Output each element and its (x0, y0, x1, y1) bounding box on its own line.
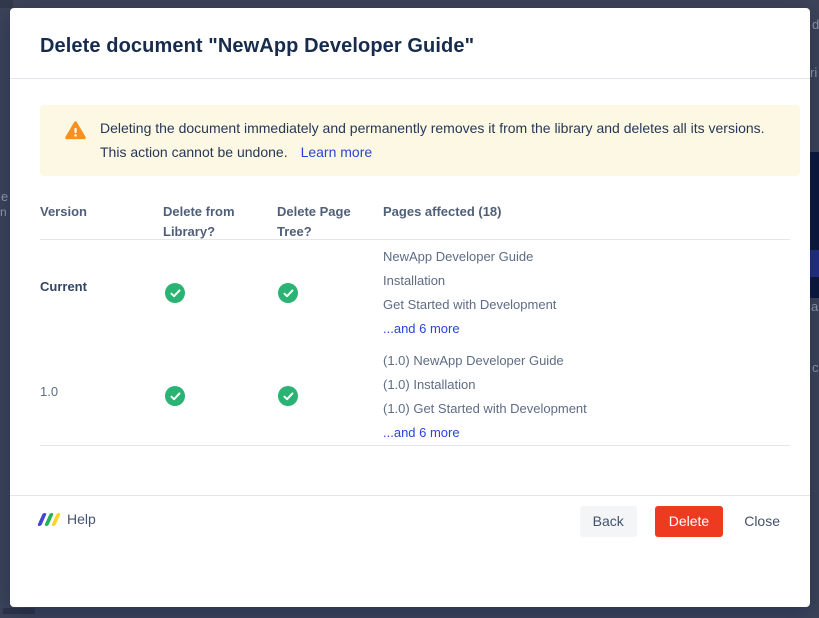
backdrop-text-fragment: ri (810, 66, 817, 79)
affected-page-link[interactable]: Installation (383, 274, 445, 288)
affected-page-link[interactable]: (1.0) Installation (383, 378, 476, 392)
backdrop-panel (0, 0, 13, 8)
back-button[interactable]: Back (580, 506, 637, 537)
backdrop-text-fragment: a (811, 300, 818, 313)
footer-divider (10, 495, 810, 496)
check-icon (165, 283, 185, 303)
backdrop-panel (3, 608, 35, 614)
version-label-current: Current (40, 280, 87, 294)
table-bottom-divider (40, 445, 790, 446)
backdrop-text-fragment: c (812, 361, 819, 374)
header-divider (10, 78, 810, 79)
version-label-1-0: 1.0 (40, 385, 58, 399)
help-stripes-icon (40, 512, 58, 526)
help-button[interactable]: Help (40, 511, 96, 527)
backdrop-panel (810, 152, 819, 250)
backdrop-text-fragment: d (812, 18, 819, 31)
backdrop-text-fragment: e (1, 190, 8, 203)
affected-page-link[interactable]: (1.0) Get Started with Development (383, 402, 587, 416)
delete-button[interactable]: Delete (655, 506, 723, 537)
column-header-delete-page-tree: Delete Page Tree? (277, 202, 361, 242)
check-icon (165, 386, 185, 406)
warning-text: Deleting the document immediately and pe… (100, 116, 792, 164)
warning-triangle-icon (65, 120, 86, 141)
help-label: Help (67, 511, 96, 527)
close-button[interactable]: Close (744, 506, 780, 537)
backdrop-panel (810, 277, 819, 298)
column-header-pages-affected: Pages affected (18) (383, 202, 502, 222)
warning-banner: Deleting the document immediately and pe… (40, 105, 800, 176)
column-header-delete-from-library: Delete from Library? (163, 202, 251, 242)
footer-actions: Back Delete Close (580, 506, 780, 537)
show-more-pages-link[interactable]: ...and 6 more (383, 322, 460, 336)
backdrop-panel (810, 250, 819, 277)
learn-more-link[interactable]: Learn more (301, 144, 373, 160)
affected-page-link[interactable]: NewApp Developer Guide (383, 250, 533, 264)
delete-document-dialog: Delete document "NewApp Developer Guide"… (10, 8, 810, 607)
dialog-title: Delete document "NewApp Developer Guide" (40, 35, 474, 58)
warning-message: Deleting the document immediately and pe… (100, 120, 765, 160)
affected-page-link[interactable]: Get Started with Development (383, 298, 556, 312)
column-header-version: Version (40, 202, 87, 222)
table-header-divider (40, 239, 790, 240)
show-more-pages-link[interactable]: ...and 6 more (383, 426, 460, 440)
affected-page-link[interactable]: (1.0) NewApp Developer Guide (383, 354, 564, 368)
check-icon (278, 283, 298, 303)
check-icon (278, 386, 298, 406)
